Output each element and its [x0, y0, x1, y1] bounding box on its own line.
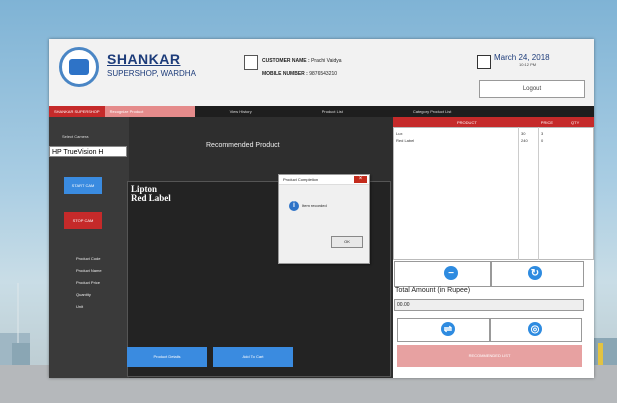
- cell-price: 240: [521, 138, 528, 143]
- col-price-header: PRICE: [540, 119, 554, 125]
- customer-info: CUSTOMER NAME : Prachi Vaidya MOBILE NUM…: [262, 55, 342, 81]
- link-icon[interactable]: ⇌: [441, 322, 455, 336]
- time-display: 10:12 PM: [519, 62, 537, 67]
- total-amount-value: 00.00: [394, 299, 584, 311]
- logo-icon: [69, 59, 89, 75]
- recommended-list-button[interactable]: RECOMMENDED LIST: [397, 345, 582, 367]
- detected-products: Lipton Red Label: [131, 185, 171, 203]
- table-row[interactable]: Red Label: [396, 138, 414, 143]
- stop-cam-button[interactable]: STOP CAM: [64, 212, 102, 229]
- table-row[interactable]: Lux: [396, 131, 402, 136]
- field-product-price: Product Price: [76, 280, 101, 285]
- cell-product: Lux: [396, 131, 403, 136]
- brand-name: SHANKAR: [107, 51, 181, 67]
- field-product-code: Product Code: [76, 256, 101, 261]
- dialog-ok-button[interactable]: OK: [331, 236, 363, 248]
- brand: SHANKAR SUPERSHOP, WARDHA: [107, 51, 196, 78]
- brand-subtitle: SUPERSHOP, WARDHA: [107, 69, 196, 78]
- total-amount-label: Total Amount (in Rupee): [395, 287, 471, 294]
- date-display: March 24, 2018: [494, 53, 550, 62]
- start-cam-button[interactable]: START CAM: [64, 177, 102, 194]
- col-divider: [518, 127, 519, 260]
- mobile-label: MOBILE NUMBER :: [262, 71, 308, 77]
- tab-recognize-product[interactable]: Recognize Product: [104, 106, 195, 117]
- tab-product-list[interactable]: Product List: [317, 106, 348, 117]
- info-icon: i: [289, 201, 299, 211]
- cell-qty: 0: [541, 138, 544, 143]
- calendar-icon: [477, 55, 491, 69]
- field-unit: Unit: [76, 304, 84, 309]
- remove-cell: [394, 261, 491, 287]
- cart-table: [393, 127, 594, 260]
- message-dialog: Product Completion × i Item recorded OK: [278, 174, 370, 264]
- logout-button[interactable]: Logout: [479, 80, 585, 98]
- customer-name-value: Prachi Vaidya: [311, 58, 342, 64]
- detected-item: Red Label: [131, 193, 171, 203]
- field-product-name: Product Name: [76, 268, 102, 273]
- tab-view-history[interactable]: View History: [225, 106, 257, 117]
- cell-qty: 3: [541, 131, 544, 136]
- col-qty-header: QTY: [571, 119, 580, 125]
- camera-select[interactable]: HP TrueVision H: [49, 146, 127, 157]
- recommended-title: Recommended Product: [206, 142, 280, 149]
- product-field-list: Product Code Product Name Product Price …: [76, 253, 102, 313]
- col-divider: [538, 127, 539, 260]
- cell-product: Red Label: [396, 138, 415, 143]
- logo: [59, 47, 99, 87]
- tab-category-product-list[interactable]: Category Product List: [408, 106, 456, 117]
- customer-icon: [244, 55, 258, 70]
- camera-label: Select Camera: [62, 134, 89, 139]
- tab-home[interactable]: SHANKAR SUPERSHOP: [49, 106, 105, 117]
- cell-price: 30: [521, 131, 526, 136]
- add-to-cart-button[interactable]: Add To Cart: [213, 347, 293, 367]
- minus-icon[interactable]: −: [444, 266, 458, 280]
- customer-name-label: CUSTOMER NAME :: [262, 58, 310, 64]
- cart-table-header: PRODUCT PRICE QTY: [393, 117, 594, 127]
- mobile-value: 9876543210: [309, 71, 338, 77]
- field-quantity: Quantity: [76, 292, 91, 297]
- dialog-message: Item recorded: [302, 203, 327, 208]
- nav-bar: SHANKAR SUPERSHOP Recognize Product View…: [49, 106, 594, 117]
- col-product-header: PRODUCT: [457, 119, 477, 125]
- app-header: SHANKAR SUPERSHOP, WARDHA CUSTOMER NAME …: [49, 39, 594, 106]
- product-details-button[interactable]: Product Details: [127, 347, 207, 367]
- dialog-close-button[interactable]: ×: [354, 176, 367, 183]
- refresh-icon[interactable]: ↻: [528, 266, 542, 280]
- target-icon[interactable]: ◎: [528, 322, 542, 336]
